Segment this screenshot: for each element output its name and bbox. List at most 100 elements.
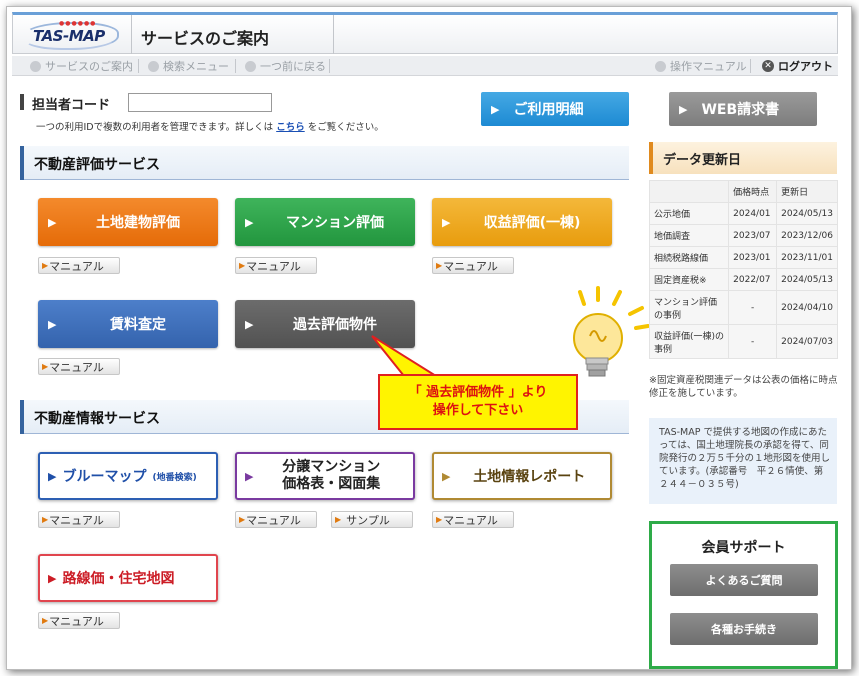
manual-link-income[interactable]: ▶ マニュアル [432,257,514,274]
section-header-valuation: 不動産評価サービス [20,146,629,180]
nav-divider [138,59,139,73]
past-valuation-button[interactable]: ▶ 過去評価物件 [235,300,415,348]
play-arrow-icon: ▶ [245,469,254,483]
nav-divider [750,59,751,73]
nav-bar: サービスのご案内 検索メニュー 一つ前に戻る 操作マニュアル ✕ ログアウト [12,56,838,76]
manual-label: マニュアル [49,614,104,628]
rent-assessment-button[interactable]: ▶ 賃料査定 [38,300,218,348]
procedures-button[interactable]: 各種お手続き [670,613,818,645]
note-text: をご覧ください。 [304,122,384,133]
table-cell: 固定資産税※ [648,268,730,291]
manual-link-rent[interactable]: ▶ マニュアル [38,358,120,375]
staff-code-note: 一つの利用IDで複数の利用者を管理できます。詳しくは こちら をご覧ください。 [36,119,384,133]
table-cell: - [728,290,778,325]
table-cell: 2024/05/13 [776,202,838,225]
income-valuation-button[interactable]: ▶ 収益評価(一棟) [432,198,612,246]
label-line1: 分譲マンション [282,459,381,475]
nav-back[interactable]: 一つ前に戻る [245,58,326,74]
button-label: 路線価・住宅地図 [62,571,175,587]
button-sublabel: (地番検索) [152,472,197,483]
lightbulb-icon [573,286,650,377]
callout-line1: 「 過去評価物件 」より [408,385,548,400]
table-cell: 2024/01 [728,202,778,225]
data-update-header: データ更新日 [649,142,837,174]
header-divider [333,15,334,54]
staff-code-input[interactable] [128,93,272,112]
table-cell: 2024/05/13 [776,268,838,291]
nav-search-menu[interactable]: 検索メニュー [148,58,229,74]
manual-label: マニュアル [443,513,498,527]
button-label: 過去評価物件 [293,317,377,333]
table-cell: 2023/11/01 [776,246,838,269]
play-arrow-icon: ▶ [245,215,254,229]
manual-link-landinfo[interactable]: ▶ マニュアル [432,511,514,528]
member-support-box: 会員サポート よくあるご質問 各種お手続き [649,521,838,669]
table-cell: 2023/07 [728,224,778,247]
section-marker [20,146,24,180]
circle-icon [30,60,41,72]
nav-services[interactable]: サービスのご案内 [30,58,133,74]
table-cell: マンション評価の事例 [648,290,730,325]
button-label: 収益評価(一棟) [483,215,581,231]
play-arrow-icon: ▶ [42,515,49,524]
play-arrow-icon: ▶ [442,215,451,229]
table-cell: 公示地価 [648,202,730,225]
mansion-valuation-button[interactable]: ▶ マンション評価 [235,198,415,246]
circle-icon [655,60,666,72]
nav-services-label: サービスのご案内 [45,60,133,73]
play-arrow-icon: ▶ [42,362,49,371]
play-arrow-icon: ▶ [48,317,57,331]
web-invoice-label: WEB請求書 [701,102,780,118]
land-info-report-button[interactable]: ▶ 土地情報レポート [432,452,612,500]
manual-link-route[interactable]: ▶ マニュアル [38,612,120,629]
table-row: マンション評価の事例 - 2024/04/10 [648,290,838,325]
condo-price-list-button[interactable]: ▶ 分譲マンション 価格表・図面集 [235,452,415,500]
play-arrow-icon: ▶ [436,261,443,270]
table-cell: 更新日 [776,180,838,203]
nav-manual-label: 操作マニュアル [670,60,747,73]
details-link[interactable]: こちら [276,122,305,133]
usage-details-button[interactable]: ▶ ご利用明細 [481,92,629,126]
manual-link-condo[interactable]: ▶ マニュアル [235,511,317,528]
table-cell: 2023/12/06 [776,224,838,247]
nav-search-menu-label: 検索メニュー [163,60,229,73]
table-cell: 2022/07 [728,268,778,291]
manual-link-mansion[interactable]: ▶ マニュアル [235,257,317,274]
support-title: 会員サポート [701,540,786,556]
button-label: 土地建物評価 [96,215,180,231]
table-cell [648,180,730,203]
table-row: 公示地価 2024/01 2024/05/13 [648,202,838,225]
table-cell: 地価調査 [648,224,730,247]
web-invoice-button[interactable]: ▶ WEB請求書 [669,92,817,126]
page-title: サービスのご案内 [141,29,270,48]
sample-link-condo[interactable]: ▶ サンプル [331,511,413,528]
header-divider [131,15,132,54]
label-line2: 価格表・図面集 [282,476,381,492]
logout-button[interactable]: ✕ ログアウト [762,58,833,74]
instruction-callout: 「 過去評価物件 」より 操作して下さい [378,374,578,430]
manual-link-bluemap[interactable]: ▶ マニュアル [38,511,120,528]
blue-map-button[interactable]: ▶ ブルーマップ (地番検索) [38,452,218,500]
manual-label: マニュアル [246,513,301,527]
tas-map-logo[interactable]: ●●●●●● TAS-MAP [19,19,123,51]
button-label: 分譲マンション 価格表・図面集 [259,459,413,493]
table-cell: 相続税路線価 [648,246,730,269]
nav-manual[interactable]: 操作マニュアル [655,58,747,74]
route-price-map-button[interactable]: ▶ 路線価・住宅地図 [38,554,218,602]
manual-label: マニュアル [49,360,104,374]
nav-divider [329,59,330,73]
manual-label: マニュアル [443,259,498,273]
land-building-valuation-button[interactable]: ▶ 土地建物評価 [38,198,218,246]
table-row: 固定資産税※ 2022/07 2024/05/13 [648,268,838,291]
manual-label: マニュアル [49,513,104,527]
table-cell: 2023/01 [728,246,778,269]
play-arrow-icon: ▶ [442,469,451,483]
table-row: 収益評価(一棟)の事例 - 2024/07/03 [648,324,838,359]
logo-text: TAS-MAP [33,27,105,45]
manual-link-land[interactable]: ▶ マニュアル [38,257,120,274]
play-arrow-icon: ▶ [239,261,246,270]
faq-button[interactable]: よくあるご質問 [670,564,818,596]
note-text: 一つの利用IDで複数の利用者を管理できます。詳しくは [36,122,277,133]
staff-code-label: 担当者コード [32,98,111,113]
callout-text: 「 過去評価物件 」より 操作して下さい [380,384,576,420]
